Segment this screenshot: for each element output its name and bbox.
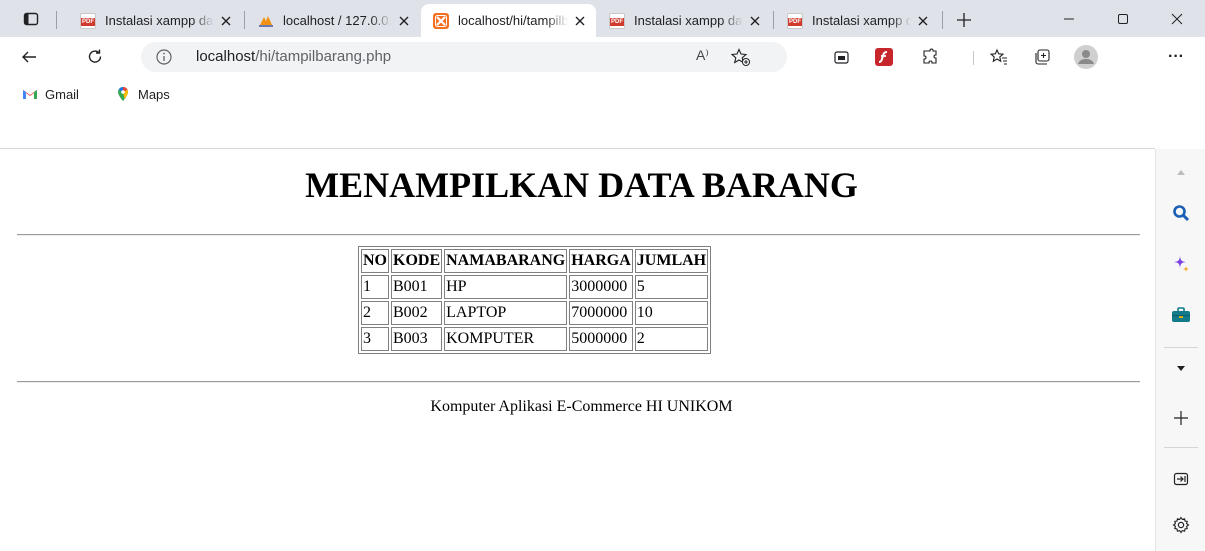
cell-harga: 7000000	[569, 301, 633, 325]
sidebar-more-dropdown-icon[interactable]	[1170, 358, 1192, 380]
tab-title: localhost/hi/tampilbarang.php	[458, 13, 568, 28]
cell-kode: B001	[391, 275, 443, 299]
edge-sidebar	[1155, 149, 1205, 551]
tab-divider	[56, 11, 57, 29]
back-button[interactable]	[15, 43, 43, 71]
extension-flash-icon[interactable]	[870, 43, 898, 71]
divider-bottom	[17, 381, 1140, 383]
column-header-kode: KODE	[391, 249, 443, 273]
url-path: /hi/tampilbarang.php	[255, 48, 392, 65]
tab-divider	[773, 11, 774, 29]
cell-harga: 3000000	[569, 275, 633, 299]
column-header-no: NO	[361, 249, 389, 273]
column-header-namabarang: NAMABARANG	[444, 249, 568, 273]
tab-actions-icon[interactable]	[22, 10, 40, 28]
table-row: 3 B003 KOMPUTER 5000000 2	[361, 327, 709, 351]
tab-pdf-1[interactable]: Instalasi xampp dan	[68, 4, 242, 37]
hide-sidebar-icon[interactable]	[1170, 468, 1192, 490]
tab-title: Instalasi xampp dan	[634, 13, 743, 28]
tab-divider	[942, 11, 943, 29]
cell-no: 2	[361, 301, 389, 325]
cell-harga: 5000000	[569, 327, 633, 351]
close-icon[interactable]	[572, 13, 588, 29]
back-arrow-icon	[22, 51, 36, 63]
favorites-icon[interactable]	[985, 43, 1013, 71]
pdf-icon	[80, 12, 96, 29]
bookmark-gmail[interactable]: Gmail	[22, 85, 79, 103]
maps-pin-icon	[115, 86, 131, 102]
settings-gear-icon[interactable]	[1170, 514, 1192, 536]
bookmark-maps[interactable]: Maps	[115, 85, 170, 103]
refresh-button[interactable]	[81, 43, 109, 71]
barang-table: NO KODE NAMABARANG HARGA JUMLAH 1 B001 H…	[358, 246, 712, 354]
phpmyadmin-icon	[258, 13, 274, 29]
tab-tampilbarang[interactable]: localhost/hi/tampilbarang.php	[421, 4, 596, 37]
page-footer: Komputer Aplikasi E-Commerce HI UNIKOM	[430, 398, 733, 415]
cell-namabarang: HP	[444, 275, 568, 299]
profile-avatar[interactable]	[1072, 43, 1100, 71]
add-sidebar-app-icon[interactable]	[1170, 407, 1192, 429]
bookmark-label: Maps	[138, 86, 170, 102]
column-header-jumlah: JUMLAH	[634, 249, 709, 273]
sidebar-divider	[1164, 347, 1198, 348]
cell-jumlah: 2	[634, 327, 709, 351]
table-row: 1 B001 HP 3000000 5	[361, 275, 709, 299]
table-header-row: NO KODE NAMABARANG HARGA JUMLAH	[361, 249, 709, 273]
scroll-up-icon[interactable]	[1170, 161, 1192, 183]
site-info-icon[interactable]	[155, 48, 173, 66]
refresh-icon	[88, 49, 102, 63]
pdf-icon	[787, 12, 803, 29]
tab-divider	[244, 11, 245, 29]
toolbar: localhost/hi/tampilbarang.php A⁾ ···	[0, 37, 1205, 77]
cell-no: 3	[361, 327, 389, 351]
page-content: MENAMPILKAN DATA BARANG NO KODE NAMABARA…	[0, 149, 1155, 551]
column-header-harga: HARGA	[569, 249, 633, 273]
bookmarks-bar: Gmail Maps	[0, 77, 1205, 111]
new-tab-button[interactable]	[953, 9, 975, 31]
tools-briefcase-icon[interactable]	[1170, 304, 1192, 326]
maximize-button[interactable]	[1095, 0, 1151, 37]
toolbar-divider	[973, 51, 974, 65]
cell-kode: B002	[391, 301, 443, 325]
url-host: localhost	[196, 48, 256, 65]
copilot-sparkle-icon[interactable]	[1170, 253, 1192, 275]
collections-add-icon[interactable]	[1029, 43, 1057, 71]
xampp-icon	[433, 12, 449, 29]
close-icon[interactable]	[915, 13, 931, 29]
close-icon[interactable]	[218, 13, 234, 29]
tab-title: localhost / 127.0.0.1	[283, 13, 392, 28]
collections-icon[interactable]	[828, 43, 856, 71]
close-icon[interactable]	[747, 13, 763, 29]
url-text[interactable]: localhost/hi/tampilbarang.php	[196, 48, 391, 65]
close-window-button[interactable]	[1149, 0, 1205, 37]
read-aloud-icon[interactable]: A⁾	[696, 47, 716, 67]
tab-title: Instalasi xampp dan	[812, 13, 911, 28]
tab-strip: Instalasi xampp dan localhost / 127.0.0.…	[0, 0, 1205, 37]
tab-pdf-3[interactable]: Instalasi xampp dan	[775, 4, 939, 37]
minimize-button[interactable]	[1041, 0, 1097, 37]
extensions-icon[interactable]	[916, 43, 944, 71]
plus-icon	[957, 13, 971, 27]
sidebar-divider	[1164, 447, 1198, 448]
cell-namabarang: KOMPUTER	[444, 327, 568, 351]
address-bar[interactable]: localhost/hi/tampilbarang.php A⁾	[141, 42, 787, 72]
add-favorite-icon[interactable]	[730, 47, 751, 67]
bookmark-label: Gmail	[45, 86, 79, 102]
gmail-icon	[22, 86, 38, 102]
tab-phpmyadmin[interactable]: localhost / 127.0.0.1	[246, 4, 420, 37]
close-icon[interactable]	[396, 13, 412, 29]
cell-kode: B003	[391, 327, 443, 351]
cell-no: 1	[361, 275, 389, 299]
tab-title: Instalasi xampp dan	[105, 13, 214, 28]
more-menu-button[interactable]: ···	[1162, 43, 1190, 71]
page-title: MENAMPILKAN DATA BARANG	[305, 165, 858, 205]
pdf-icon	[609, 12, 625, 29]
cell-jumlah: 10	[634, 301, 709, 325]
cell-namabarang: LAPTOP	[444, 301, 568, 325]
divider-top	[17, 234, 1140, 236]
cell-jumlah: 5	[634, 275, 709, 299]
tab-pdf-2[interactable]: Instalasi xampp dan	[597, 4, 771, 37]
search-icon[interactable]	[1170, 202, 1192, 224]
table-row: 2 B002 LAPTOP 7000000 10	[361, 301, 709, 325]
